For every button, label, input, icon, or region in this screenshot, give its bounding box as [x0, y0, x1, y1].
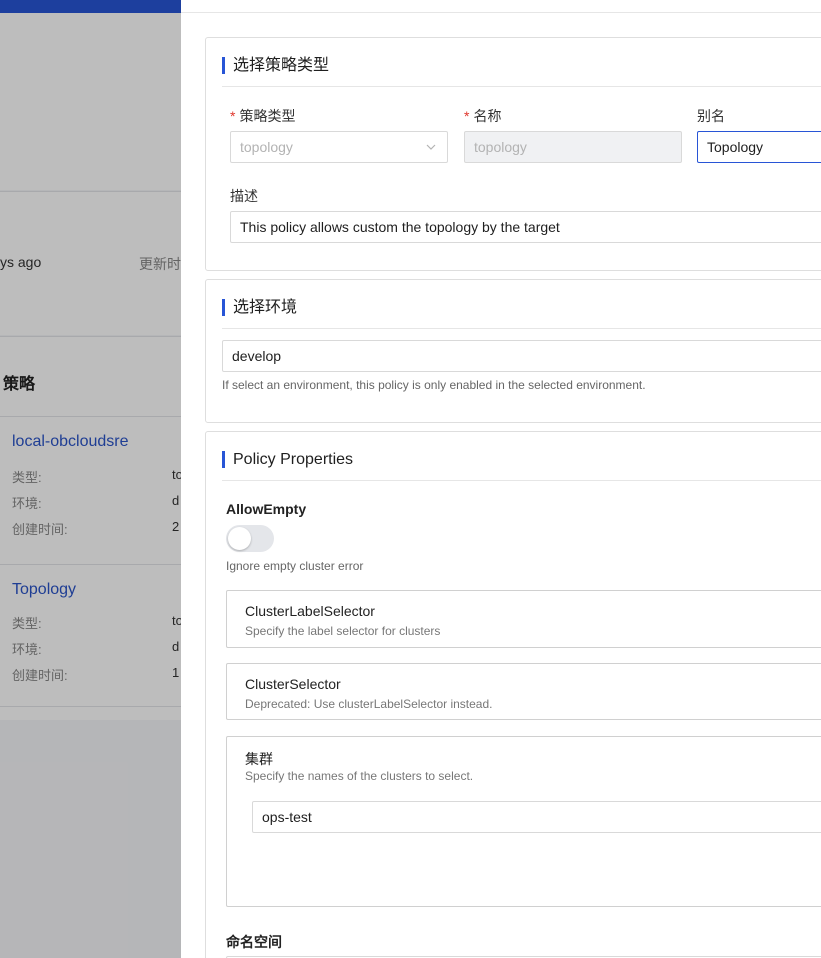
cluster-label-selector-title: ClusterLabelSelector [245, 603, 375, 619]
name-input[interactable]: topology [464, 131, 682, 163]
chevron-down-icon [426, 144, 436, 150]
description-value: This policy allows custom the topology b… [240, 219, 560, 235]
allow-empty-switch[interactable] [226, 525, 274, 552]
description-label: 描述 [230, 188, 258, 204]
switch-knob [228, 527, 251, 550]
policy-type-panel: 选择策略类型 * 策略类型 topology * 名称 topology 别名 To… [205, 37, 821, 271]
cluster-name-input[interactable]: ops-test [252, 801, 821, 833]
background-page: ys ago 更新时 策略 local-obcloudsre 类型: to 环境… [0, 0, 181, 958]
allow-empty-label: AllowEmpty [226, 501, 307, 517]
clusters-card: 集群 Specify the names of the clusters to … [226, 736, 821, 907]
panel-divider [222, 480, 821, 481]
required-mark: * [464, 108, 470, 124]
panel-title: 选择策略类型 [222, 57, 329, 74]
name-label: * 名称 [464, 106, 501, 126]
environment-panel: 选择环境 develop If select an environment, t… [205, 279, 821, 423]
description-input[interactable]: This policy allows custom the topology b… [230, 211, 821, 243]
panel-title: 选择环境 [222, 299, 297, 316]
policy-type-select[interactable]: topology [230, 131, 448, 163]
policy-properties-panel: Policy Properties AllowEmpty Ignore empt… [205, 431, 821, 958]
name-value: topology [474, 139, 527, 155]
panel-divider [222, 328, 821, 329]
alias-input[interactable]: Topology [697, 131, 821, 163]
panel-divider [222, 86, 821, 87]
environment-select[interactable]: develop [222, 340, 821, 372]
environment-value: develop [232, 348, 282, 364]
allow-empty-help: Ignore empty cluster error [226, 559, 364, 573]
namespace-label: 命名空间 [226, 934, 282, 950]
alias-label: 别名 [697, 108, 725, 124]
environment-help: If select an environment, this policy is… [222, 378, 646, 392]
clusters-desc: Specify the names of the clusters to sel… [245, 769, 474, 783]
policy-type-label-text: 策略类型 [239, 108, 296, 124]
panel-title: Policy Properties [222, 451, 353, 468]
cluster-selector-card[interactable]: ClusterSelector Deprecated: Use clusterL… [226, 663, 821, 720]
drawer-mask[interactable] [0, 0, 181, 958]
policy-type-label: * 策略类型 [230, 106, 295, 126]
cluster-label-selector-card[interactable]: ClusterLabelSelector Specify the label s… [226, 590, 821, 648]
clusters-title: 集群 [245, 751, 273, 767]
cluster-label-selector-desc: Specify the label selector for clusters [245, 624, 441, 638]
alias-value: Topology [707, 139, 764, 155]
cluster-selector-title: ClusterSelector [245, 676, 341, 692]
name-label-text: 名称 [473, 108, 502, 124]
required-mark: * [230, 108, 236, 124]
policy-drawer: 选择策略类型 * 策略类型 topology * 名称 topology 别名 To… [181, 0, 821, 958]
policy-type-value: topology [240, 139, 293, 155]
cluster-selector-desc: Deprecated: Use clusterLabelSelector ins… [245, 697, 493, 711]
drawer-header-divider [181, 12, 821, 13]
cluster-name-value: ops-test [262, 809, 312, 825]
